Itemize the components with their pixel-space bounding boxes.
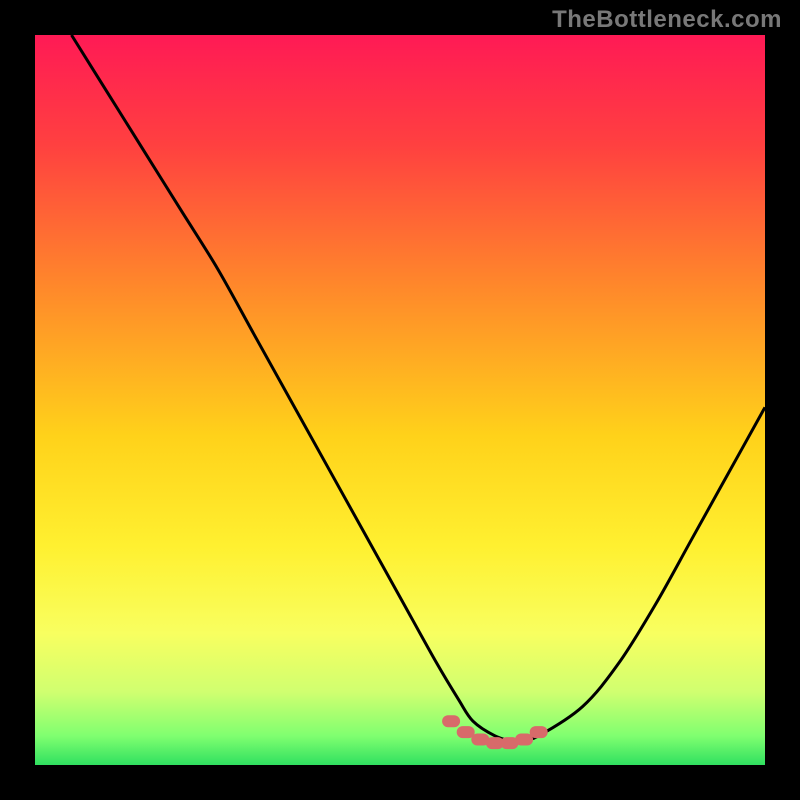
marker-dot [530, 726, 548, 738]
gradient-background [35, 35, 765, 765]
marker-dot [457, 726, 475, 738]
bottleneck-chart [0, 0, 800, 800]
watermark-label: TheBottleneck.com [552, 6, 782, 34]
marker-dot [442, 715, 460, 727]
marker-dot [515, 733, 533, 745]
